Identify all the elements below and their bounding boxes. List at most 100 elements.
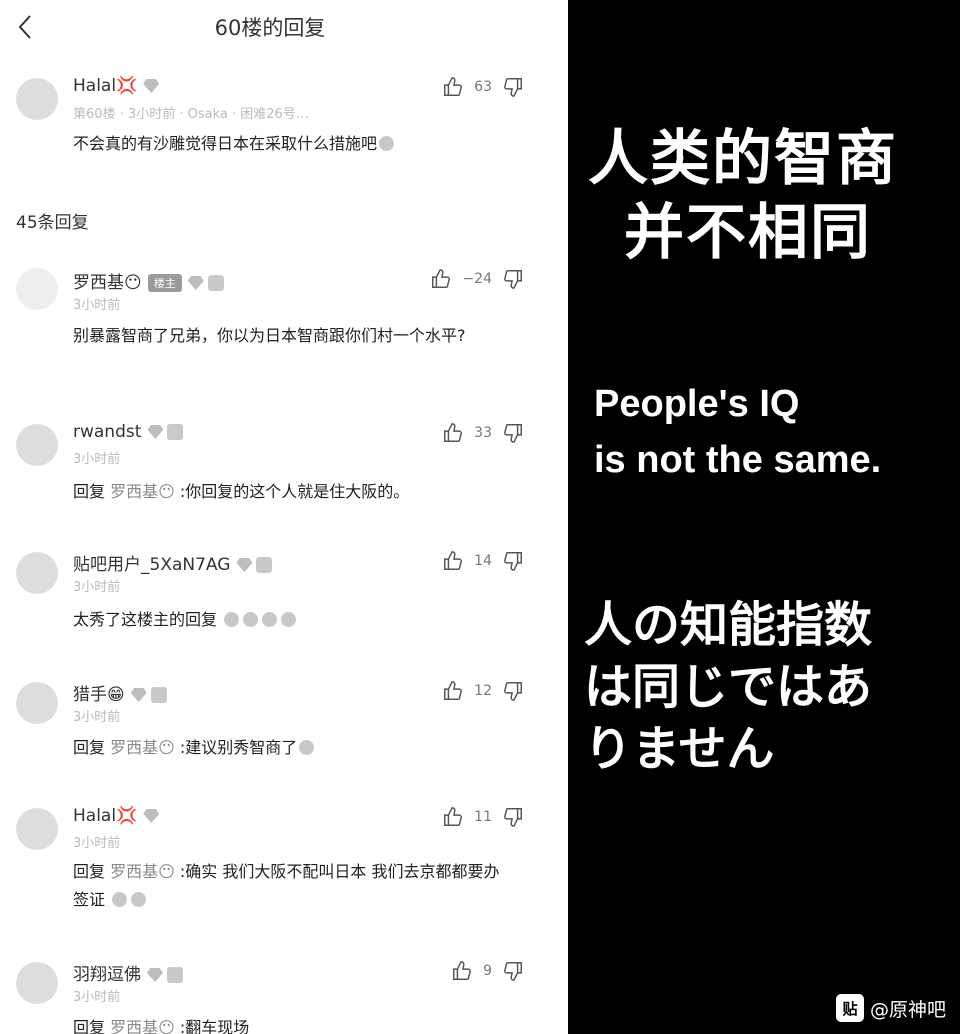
gem-icon	[236, 558, 253, 572]
thumbs-down-icon[interactable]	[502, 806, 524, 828]
reply-target-link[interactable]: 罗西基😶	[110, 862, 175, 881]
avatar[interactable]	[16, 424, 58, 466]
thumbs-up-icon[interactable]	[451, 960, 473, 982]
level-icon	[207, 275, 224, 291]
vote-box: 14	[442, 550, 524, 572]
thumbs-down-icon[interactable]	[502, 268, 524, 290]
reply-time: 3小时前	[73, 452, 121, 467]
emoji-icon	[299, 740, 315, 755]
emoji-icon	[224, 612, 240, 627]
reply-time: 3小时前	[73, 990, 121, 1005]
thumbs-up-icon[interactable]	[430, 268, 452, 290]
username[interactable]: 羽翔逗佛	[73, 965, 141, 985]
reply-item: 羽翔逗佛 9 3小时前 回复 罗西基😶 :翻车现场	[0, 956, 568, 1034]
caption-jp-line: は同じではあ	[584, 659, 873, 715]
thumbs-down-icon[interactable]	[502, 76, 524, 98]
reply-text: 太秀了这楼主的回复	[73, 610, 218, 629]
thumbs-down-icon[interactable]	[502, 422, 524, 444]
caption-japanese: 人の知能指数 は同じではあ りません	[584, 594, 872, 780]
reply-target-link[interactable]: 罗西基😶	[110, 1018, 175, 1034]
caption-jp-line: りません	[584, 721, 775, 777]
level-icon	[167, 967, 183, 983]
username[interactable]: Halal💢	[73, 76, 137, 96]
avatar[interactable]	[16, 682, 58, 724]
caption-jp-line: 人の知能指数	[584, 597, 873, 653]
reply-item: 猎手😁 12 3小时前 回复 罗西基😶 :建议别秀智商了	[0, 676, 568, 776]
like-count: 11	[474, 809, 492, 825]
thumbs-down-icon[interactable]	[502, 960, 524, 982]
reply-prefix: 回复	[73, 862, 106, 881]
username[interactable]: rwandst	[73, 422, 141, 442]
thumbs-up-icon[interactable]	[442, 422, 464, 444]
thumbs-up-icon[interactable]	[442, 550, 464, 572]
vote-box: 63	[442, 76, 524, 98]
owner-badge: 楼主	[147, 274, 182, 292]
vote-box: 33	[442, 422, 524, 444]
caption-en-line: is not the same.	[594, 439, 882, 481]
gem-icon	[143, 79, 160, 93]
thumbs-up-icon[interactable]	[442, 76, 464, 98]
reply-item: 贴吧用户_5XaN7AG 14 3小时前 太秀了这楼主的回复	[0, 546, 568, 646]
emoji-icon	[112, 892, 128, 907]
emoji-icon	[243, 612, 259, 627]
avatar[interactable]	[16, 808, 58, 850]
username[interactable]: Halal💢	[73, 806, 137, 826]
tieba-logo-icon: 贴	[835, 994, 864, 1022]
gem-icon	[147, 968, 163, 982]
watermark-text: @原神吧	[869, 998, 946, 1021]
like-count: 63	[474, 79, 492, 95]
reply-time: 3小时前	[73, 836, 121, 851]
emoji-icon	[281, 612, 297, 627]
thumbs-up-icon[interactable]	[442, 680, 464, 702]
watermark: 贴 @原神吧	[835, 994, 946, 1022]
reply-prefix: 回复	[73, 738, 106, 757]
username[interactable]: 贴吧用户_5XaN7AG	[73, 555, 230, 575]
like-count: −24	[462, 271, 492, 287]
avatar[interactable]	[16, 962, 58, 1004]
emoji-icon	[379, 136, 395, 151]
gem-icon	[147, 425, 164, 439]
like-count: 33	[474, 425, 492, 441]
reply-time: 3小时前	[73, 580, 121, 595]
vote-box: 12	[442, 680, 524, 702]
like-count: 9	[483, 963, 492, 979]
username[interactable]: 罗西基😶	[73, 273, 142, 293]
vote-box: 11	[442, 806, 524, 828]
reply-count: 45条回复	[16, 213, 89, 233]
thumbs-up-icon[interactable]	[442, 806, 464, 828]
gem-icon	[130, 688, 147, 702]
reply-text: :翻车现场	[179, 1018, 250, 1034]
caption-chinese: 人类的智商 并不相同	[588, 122, 898, 270]
reply-prefix: 回复	[73, 482, 106, 501]
post-meta: 第60楼 · 3小时前 · Osaka · 困难26号…	[73, 107, 309, 122]
caption-english: People's IQ is not the same.	[594, 376, 881, 488]
emoji-icon	[131, 892, 147, 907]
post-text: 不会真的有沙雕觉得日本在采取什么措施吧	[73, 134, 378, 153]
thumbs-down-icon[interactable]	[502, 680, 524, 702]
reply-prefix: 回复	[73, 1018, 106, 1034]
avatar[interactable]	[16, 552, 58, 594]
reply-time: 3小时前	[73, 710, 121, 725]
like-count: 12	[474, 683, 492, 699]
vote-box: −24	[430, 268, 524, 290]
reply-item: 罗西基😶 楼主 −24 3小时前 别暴露智商了兄弟，你以为日本智商跟你们村一个水平…	[0, 264, 568, 394]
reply-text: :你回复的这个人就是住大阪的。	[179, 482, 410, 501]
avatar[interactable]	[16, 268, 58, 310]
reply-target-link[interactable]: 罗西基😶	[110, 482, 175, 501]
username[interactable]: 猎手😁	[73, 685, 125, 705]
like-count: 14	[474, 553, 492, 569]
page-title: 60楼的回复	[214, 16, 326, 40]
gem-icon	[187, 276, 204, 290]
thumbs-down-icon[interactable]	[502, 550, 524, 572]
gem-icon	[143, 809, 160, 823]
caption-cn-line: 并不相同	[624, 198, 872, 268]
avatar[interactable]	[16, 78, 58, 120]
reply-time: 3小时前	[73, 298, 121, 313]
reply-target-link[interactable]: 罗西基😶	[110, 738, 175, 757]
level-icon	[256, 557, 273, 573]
reply-item: Halal💢 11 3小时前 回复 罗西基😶 :确实 我们大阪不配叫日本 我们去…	[0, 802, 568, 932]
comment-thread-panel: 60楼的回复 Halal💢 63 第60楼 · 3小时前 · Osaka · 困…	[0, 0, 568, 1034]
caption-cn-line: 人类的智商	[588, 124, 898, 194]
reply-text: 别暴露智商了兄弟，你以为日本智商跟你们村一个水平?	[73, 326, 466, 345]
caption-panel: 人类的智商 并不相同 People's IQ is not the same. …	[568, 0, 960, 1034]
